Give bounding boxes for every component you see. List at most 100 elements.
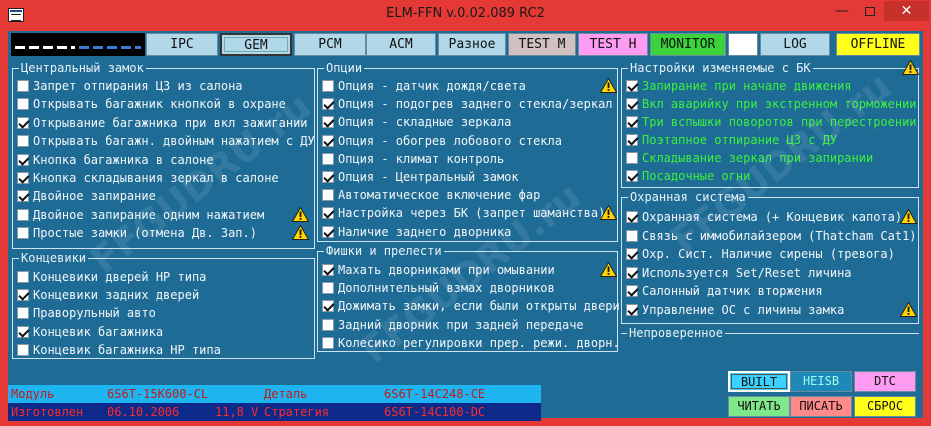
checkbox-unchecked[interactable] xyxy=(322,336,334,349)
checkbox-checked[interactable] xyxy=(626,285,638,298)
group-title: Настройки изменяемые с БК xyxy=(628,61,813,75)
connection-indicator xyxy=(11,33,145,56)
checkbox-unchecked[interactable] xyxy=(17,343,29,356)
checkbox-unchecked[interactable] xyxy=(17,80,29,92)
checkbox-checked[interactable] xyxy=(626,116,638,128)
checkbox-unchecked[interactable] xyxy=(17,208,29,221)
checkbox-unchecked[interactable] xyxy=(17,227,29,240)
checkbox-unchecked[interactable] xyxy=(626,229,638,242)
checkbox-checked[interactable] xyxy=(626,266,638,279)
strategy-label: Стратегия xyxy=(261,403,381,421)
checkbox-label: Запрет отпирания ЦЗ из салона xyxy=(33,79,243,93)
checkbox-checked[interactable] xyxy=(322,264,334,276)
toolbar-button-ipc[interactable]: IPC xyxy=(146,33,218,56)
toolbar-button-acm[interactable]: ACM xyxy=(366,33,436,56)
checkbox-label: Концевик багажника НР типа xyxy=(33,342,221,357)
checkbox-unchecked[interactable] xyxy=(17,271,29,283)
checkbox-label: Махать дворниками при омывании xyxy=(338,263,555,277)
heisb-button[interactable]: HEISB xyxy=(790,371,852,392)
warning-icon xyxy=(900,209,917,224)
toolbar-button-pcm[interactable]: PCM xyxy=(294,33,366,56)
indicator-dashes-white xyxy=(15,46,75,49)
checkbox-checked[interactable] xyxy=(626,80,638,92)
checkbox-checked[interactable] xyxy=(626,170,638,182)
checkbox-checked[interactable] xyxy=(17,325,29,338)
checkbox-unchecked[interactable] xyxy=(322,189,334,202)
checkbox-label: Поэтапное отпирание ЦЗ с ДУ xyxy=(642,133,838,147)
group-title: Центральный замок xyxy=(19,61,146,75)
group-options: Опции Опция - датчик дождя/света Опция - … xyxy=(317,61,618,242)
checkbox-label: Опция - складные зеркала xyxy=(338,115,512,130)
toolbar-button-offline[interactable]: OFFLINE xyxy=(836,33,920,56)
toolbar-button-log[interactable]: LOG xyxy=(760,33,830,56)
checkbox-label: Используется Set/Reset личина xyxy=(642,265,852,280)
checkbox-checked[interactable] xyxy=(17,172,29,184)
dtc-button[interactable]: DTC xyxy=(854,371,916,392)
checkbox-label: Праворульный авто xyxy=(33,306,156,321)
group-title: Опции xyxy=(324,61,365,75)
group-tricks: Фишки и прелести Махать дворниками при о… xyxy=(317,244,620,352)
reset-button[interactable]: СБРОС xyxy=(854,396,916,417)
checkbox-checked[interactable] xyxy=(322,300,334,313)
checkbox-unchecked[interactable] xyxy=(322,152,334,165)
made-label: Изготовлен xyxy=(8,403,104,421)
minimize-button[interactable]: — xyxy=(828,1,856,21)
checkbox-label: Управление ОС с личины замка xyxy=(642,303,845,317)
part-label: Деталь xyxy=(261,385,381,403)
read-button[interactable]: ЧИТАТЬ xyxy=(728,396,790,417)
checkbox-label: Открывание багажника при вкл зажигании xyxy=(33,115,308,130)
checkbox-checked[interactable] xyxy=(322,225,334,238)
group-title: Фишки и прелести xyxy=(324,244,444,258)
warning-icon xyxy=(292,206,309,222)
checkbox-checked[interactable] xyxy=(17,289,29,302)
checkbox-checked[interactable] xyxy=(322,116,334,129)
group-bk-settings: Настройки изменяемые с БК Запирание при … xyxy=(621,60,919,188)
checkbox-label: Опция - подогрев заднего стекла/зеркал xyxy=(338,97,613,112)
checkbox-label: Дожимать замки, если были открыты двери xyxy=(338,299,620,314)
checkbox-checked[interactable] xyxy=(322,98,334,111)
checkbox-unchecked[interactable] xyxy=(322,80,334,92)
group-title: Концевики xyxy=(19,251,89,265)
checkbox-label: Автоматическое включение фар xyxy=(338,188,541,203)
checkbox-unchecked[interactable] xyxy=(17,135,29,148)
checkbox-checked[interactable] xyxy=(17,190,29,203)
maximize-button[interactable] xyxy=(856,1,884,21)
checkbox-checked[interactable] xyxy=(322,171,334,183)
checkbox-checked[interactable] xyxy=(322,207,334,220)
module-value: 6S6T-15K600-CL xyxy=(104,385,261,403)
checkbox-unchecked[interactable] xyxy=(322,318,334,331)
checkbox-unchecked[interactable] xyxy=(322,282,334,295)
checkbox-label: Простые замки (отмена Дв. Зап.) xyxy=(33,226,257,241)
checkbox-label: Опция - датчик дождя/света xyxy=(338,79,526,93)
checkbox-checked[interactable] xyxy=(626,134,638,146)
checkbox-unchecked[interactable] xyxy=(626,152,638,164)
title-bar: ELM-FFN v.0.02.089 RC2 — ✕ xyxy=(0,0,931,31)
checkbox-checked[interactable] xyxy=(626,98,638,110)
checkbox-checked[interactable] xyxy=(626,211,638,223)
window-title: ELM-FFN v.0.02.089 RC2 xyxy=(386,6,545,21)
toolbar-button-test-h[interactable]: TEST H xyxy=(578,33,648,56)
checkbox-label: Опция - обогрев лобового стекла xyxy=(338,133,562,148)
write-button[interactable]: ПИСАТЬ xyxy=(790,396,852,417)
toolbar-button-gem[interactable]: GEM xyxy=(220,33,292,56)
toolbar-button-monitor[interactable]: MONITOR xyxy=(650,33,726,56)
checkbox-label: Концевик багажника xyxy=(33,324,164,339)
checkbox-checked[interactable] xyxy=(17,116,29,129)
client-area: IPC GEM PCM ACM Разное TEST M TEST H MONITOR LOG… xyxy=(8,31,923,421)
toolbar-button-blank[interactable] xyxy=(728,33,758,56)
checkbox-label: Три вспышки поворотов при перестроении xyxy=(642,115,917,129)
checkbox-checked[interactable] xyxy=(626,248,638,261)
warning-icon xyxy=(600,205,617,221)
warning-icon xyxy=(600,78,617,93)
part-value: 6S6T-14C248-CE xyxy=(381,385,541,403)
checkbox-unchecked[interactable] xyxy=(17,307,29,320)
checkbox-checked[interactable] xyxy=(626,304,638,316)
built-button[interactable]: BUILT xyxy=(728,371,790,392)
checkbox-unchecked[interactable] xyxy=(17,98,29,111)
toolbar-button-разное[interactable]: Разное xyxy=(438,33,506,56)
group-title: Охранная система xyxy=(628,190,748,204)
checkbox-checked[interactable] xyxy=(322,134,334,147)
close-button[interactable]: ✕ xyxy=(884,1,929,21)
checkbox-checked[interactable] xyxy=(17,153,29,166)
toolbar-button-test-m[interactable]: TEST M xyxy=(508,33,576,56)
